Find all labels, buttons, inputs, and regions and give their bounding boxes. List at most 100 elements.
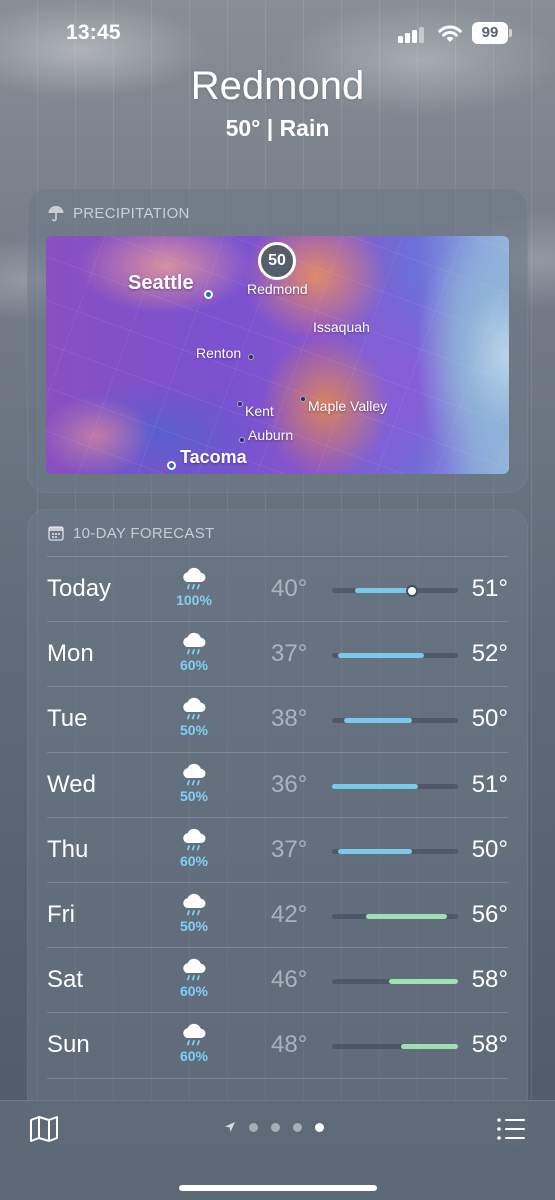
forecast-low: 40° xyxy=(271,575,308,602)
current-summary: 50° | Rain xyxy=(225,115,330,141)
temp-range-bar xyxy=(332,718,458,724)
forecast-low: 37° xyxy=(271,835,308,863)
map-icon[interactable] xyxy=(28,1114,60,1144)
map-dot-seattle xyxy=(204,290,213,299)
map-label-issaquah: Issaquah xyxy=(313,319,370,335)
temp-range-fill xyxy=(366,914,447,919)
temp-range-bar xyxy=(332,783,458,789)
forecast-high: 58° xyxy=(471,966,508,994)
precip-chance: 60% xyxy=(179,983,209,1000)
forecast-high: 56° xyxy=(471,901,508,928)
map-dot-maple-valley xyxy=(300,396,306,402)
forecast-high: 51° xyxy=(471,575,508,602)
forecast-high: 50° xyxy=(471,835,508,863)
location-arrow-icon xyxy=(225,1122,235,1132)
forecast-day: Mon xyxy=(47,640,94,668)
forecast-low: 37° xyxy=(271,640,308,668)
cellular-signal-icon xyxy=(398,25,426,43)
wifi-icon xyxy=(438,25,462,42)
forecast-day: Tue xyxy=(47,705,88,733)
map-label-redmond: Redmond xyxy=(247,281,308,297)
precip-chance: 100% xyxy=(176,592,212,608)
temp-range-bar xyxy=(332,586,458,595)
forecast-high: 58° xyxy=(471,1031,508,1059)
city-name: Redmond xyxy=(190,64,365,108)
precipitation-header: PRECIPITATION xyxy=(47,204,190,222)
forecast-high: 52° xyxy=(471,640,508,668)
forecast-low: 36° xyxy=(271,770,308,798)
page-dot[interactable] xyxy=(271,1122,280,1132)
temp-range-bar xyxy=(332,1044,458,1050)
forecast-day: Today xyxy=(47,575,112,602)
temp-range-fill xyxy=(332,783,418,789)
current-temp-marker xyxy=(408,586,417,595)
rain-icon: 100% xyxy=(171,566,217,608)
forecast-row[interactable]: Sun 60% 48° 58° xyxy=(47,1012,508,1077)
forecast-high: 51° xyxy=(471,770,508,798)
map-dot-kent xyxy=(237,401,243,407)
rain-icon: 50% xyxy=(171,762,217,804)
temp-range-fill xyxy=(400,1044,458,1050)
forecast-high: 50° xyxy=(471,705,508,733)
page-dot[interactable] xyxy=(293,1122,302,1132)
map-label-tacoma: Tacoma xyxy=(180,447,247,467)
precipitation-map[interactable]: 50 Seattle Redmond Issaquah Renton Kent … xyxy=(46,236,509,474)
forecast-card: 10-DAY FORECAST Today 100% 40° 51° Mon 60% 37°… xyxy=(27,509,528,1149)
rain-icon: 60% xyxy=(171,631,217,673)
forecast-low: 42° xyxy=(271,901,308,928)
rain-icon: 60% xyxy=(171,957,217,999)
forecast-low: 38° xyxy=(271,705,308,733)
forecast-day: Sun xyxy=(47,1031,90,1059)
status-bar: 13:45 99 xyxy=(0,0,555,66)
map-temp-pin[interactable]: 50 xyxy=(258,242,296,280)
forecast-day: Wed xyxy=(47,770,96,798)
page-indicator[interactable] xyxy=(224,1121,324,1133)
precipitation-title: PRECIPITATION xyxy=(73,204,190,222)
map-dot-auburn xyxy=(239,437,245,443)
precip-chance: 50% xyxy=(179,722,209,739)
list-icon[interactable] xyxy=(496,1116,526,1142)
map-label-renton: Renton xyxy=(196,345,242,361)
map-label-auburn: Auburn xyxy=(248,427,294,443)
forecast-day: Thu xyxy=(47,835,89,863)
forecast-row[interactable]: Fri 50% 42° 56° xyxy=(47,882,508,947)
precip-chance: 60% xyxy=(179,1048,209,1065)
map-label-seattle: Seattle xyxy=(128,272,194,294)
forecast-low: 48° xyxy=(271,1031,308,1059)
forecast-day: Sat xyxy=(47,966,84,994)
forecast-row[interactable]: Tue 50% 38° 50° xyxy=(47,686,508,751)
map-dot-renton xyxy=(248,354,254,360)
precipitation-card[interactable]: PRECIPITATION 50 Seattle Redmond Issaqua… xyxy=(27,188,528,493)
precip-chance: 60% xyxy=(179,852,209,869)
temp-range-bar xyxy=(332,914,458,919)
rain-icon: 50% xyxy=(171,892,217,934)
status-time: 13:45 xyxy=(66,21,121,44)
precip-chance: 50% xyxy=(179,918,209,934)
temp-range-fill xyxy=(389,979,458,985)
rain-icon: 60% xyxy=(171,1022,217,1064)
home-indicator xyxy=(179,1185,377,1191)
forecast-low: 46° xyxy=(271,966,308,994)
forecast-title: 10-DAY FORECAST xyxy=(73,524,215,542)
precip-chance: 60% xyxy=(179,657,209,674)
temp-range-fill xyxy=(337,848,413,854)
forecast-day: Fri xyxy=(47,901,75,928)
forecast-row[interactable]: Today 100% 40° 51° xyxy=(47,556,508,621)
forecast-row[interactable]: Thu 60% 37° 50° xyxy=(47,816,508,882)
forecast-row[interactable]: Wed 50% 36° 51° xyxy=(47,751,508,817)
battery-icon: 99 xyxy=(472,22,512,44)
battery-level: 99 xyxy=(472,22,508,44)
page-dot[interactable] xyxy=(315,1122,324,1132)
temp-range-fill xyxy=(337,653,424,659)
forecast-header: 10-DAY FORECAST xyxy=(47,524,214,542)
rain-icon: 50% xyxy=(171,696,217,738)
temp-range-bar xyxy=(332,653,458,659)
map-label-kent: Kent xyxy=(245,403,274,419)
forecast-row[interactable]: Sat 60% 46° 58° xyxy=(47,947,508,1012)
page-dot[interactable] xyxy=(249,1122,258,1132)
forecast-row[interactable]: Mon 60% 37° 52° xyxy=(47,621,508,686)
temp-range-fill xyxy=(343,718,413,724)
map-label-maple-valley: Maple Valley xyxy=(308,398,388,414)
temp-range-bar xyxy=(332,848,458,854)
forecast-divider xyxy=(47,1077,508,1079)
